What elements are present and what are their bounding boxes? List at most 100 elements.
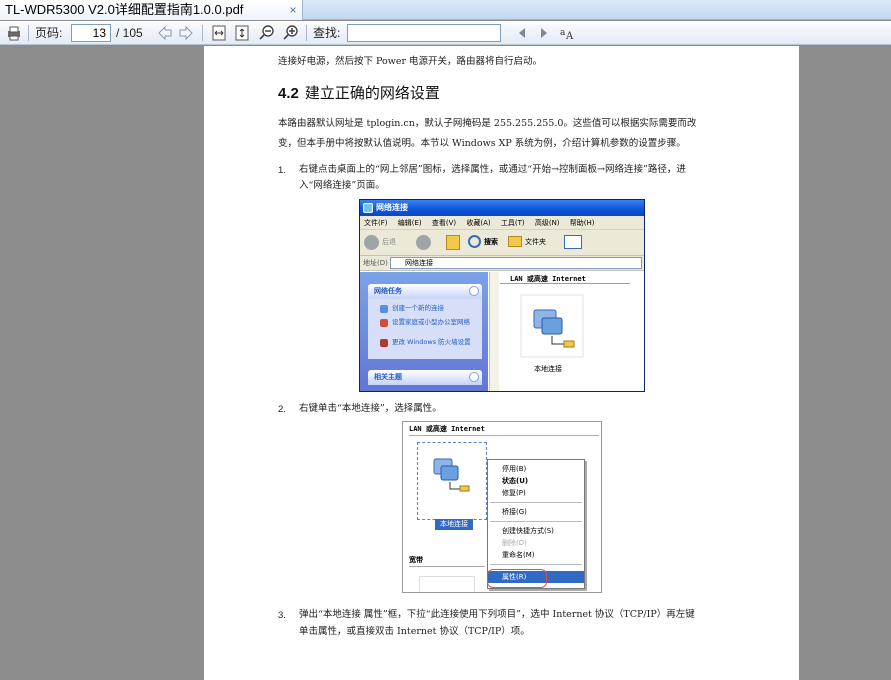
match-case-icon[interactable]: a A (558, 24, 576, 42)
menu-create-shortcut: 创建快捷方式(S) (502, 527, 554, 535)
network-folder-icon (363, 203, 373, 213)
task-label: 创建一个新的连接 (392, 304, 444, 312)
step-number: 3. (278, 610, 286, 621)
broadband-group-header: 宽带 (409, 555, 485, 567)
menu-divider (490, 502, 582, 503)
local-connection-label: 本地连接 (534, 365, 562, 373)
menu-view: 查看(V) (431, 219, 457, 227)
task-pane: 网络任务 创建一个新的连接 设置家庭或小型办公室网络 更改 Windows 防火… (360, 272, 488, 391)
toolbar-separator (28, 25, 29, 41)
tab-strip: TL-WDR5300 V2.0详细配置指南1.0.0.pdf × (0, 0, 891, 20)
forward-arrow-icon (416, 235, 431, 250)
lan-group-header: LAN 或高速 Internet (500, 272, 630, 284)
back-arrow-icon (364, 235, 379, 250)
step-text: 单击属性，或直接双击 Internet 协议（TCP/IP）项。 (299, 626, 530, 637)
paragraph-line: 变，但本手册中将按默认值说明。本节以 Windows XP 系统为例，介绍计算机… (278, 138, 686, 149)
menu-favorites: 收藏(A) (466, 219, 491, 227)
network-tasks-header: 网络任务 (368, 284, 482, 299)
document-viewport[interactable]: 连接好电源，然后按下 Power 电源开关，路由器将自行启动。 4.2 建立正确的… (0, 46, 891, 680)
fit-width-icon[interactable] (210, 24, 228, 42)
task-pane-scrollbar (489, 272, 499, 391)
up-folder-icon (446, 235, 460, 250)
section-heading: 4.2 建立正确的网络设置 (278, 82, 440, 103)
menu-help: 帮助(H) (569, 219, 595, 227)
prev-page-icon[interactable] (156, 24, 174, 42)
paragraph-line: 本路由器默认网址是 tplogin.cn，默认子网掩码是 255.255.255… (278, 118, 697, 129)
address-box: 网络连接 (390, 257, 642, 269)
window-title: 网络连接 (376, 203, 408, 212)
network-connections-screenshot: 网络连接 文件(F) 编辑(E) 查看(V) 收藏(A) 工具(T) 高级(N)… (359, 199, 645, 392)
page-total: / 105 (116, 26, 143, 40)
menu-file: 文件(F) (364, 219, 388, 227)
pdf-page: 连接好电源，然后按下 Power 电源开关，路由器将自行启动。 4.2 建立正确的… (204, 46, 799, 680)
address-bar: 地址(D) 网络连接 (360, 256, 644, 271)
document-tab[interactable]: TL-WDR5300 V2.0详细配置指南1.0.0.pdf × (0, 0, 303, 20)
properties-highlight-ring (487, 569, 547, 588)
search-label: 搜索 (484, 238, 498, 246)
menu-rename: 重命名(M) (502, 551, 535, 559)
toolbar-separator (306, 25, 307, 41)
task-item: 设置家庭或小型办公室网络 (380, 318, 482, 327)
step-number: 2. (278, 404, 286, 415)
back-label: 后退 (382, 238, 396, 246)
menu-advanced: 高级(N) (534, 219, 560, 227)
menu-delete: 删除(D) (502, 539, 527, 547)
collapse-chevron-icon (469, 286, 479, 296)
search-input[interactable] (347, 24, 501, 42)
page-label: 页码: (35, 26, 63, 40)
local-connection-label-selected: 本地连接 (435, 519, 473, 530)
network-tasks-body: 创建一个新的连接 设置家庭或小型办公室网络 更改 Windows 防火墙设置 (368, 299, 482, 359)
step-number: 1. (278, 165, 286, 176)
firewall-icon (380, 339, 388, 347)
printer-icon[interactable] (5, 24, 23, 42)
local-connection-icon (520, 294, 584, 358)
window-toolbar: 后退 搜索 文件夹 (360, 230, 644, 256)
section-title: 建立正确的网络设置 (304, 84, 440, 102)
address-value: 网络连接 (405, 259, 433, 267)
window-body: 网络任务 创建一个新的连接 设置家庭或小型办公室网络 更改 Windows 防火… (360, 272, 644, 391)
step-text: 入“网络连接”页面。 (299, 180, 385, 191)
find-next-icon[interactable] (535, 24, 553, 42)
menu-tools: 工具(T) (500, 219, 525, 227)
menu-repair: 修复(P) (502, 489, 526, 497)
network-tasks-title: 网络任务 (374, 287, 402, 295)
address-label: 地址(D) (363, 259, 388, 267)
next-page-icon[interactable] (177, 24, 195, 42)
step-text: 右键单击“本地连接”，选择属性。 (299, 403, 442, 414)
menu-divider (490, 564, 582, 565)
menu-edit: 编辑(E) (397, 219, 422, 227)
step-text: 右键点击桌面上的“网上邻居”图标，选择属性，或通过“开始→控制面板→网络连接”路… (299, 164, 686, 175)
menu-divider (490, 521, 582, 522)
step-text: 弹出“本地连接 属性”框，下拉“此连接使用下列项目”，选中 Internet 协… (299, 609, 695, 620)
search-icon (468, 235, 481, 248)
fit-page-icon[interactable] (233, 24, 251, 42)
task-label: 设置家庭或小型办公室网络 (392, 318, 470, 326)
home-network-icon (380, 319, 388, 327)
task-item: 更改 Windows 防火墙设置 (380, 338, 482, 347)
folders-label: 文件夹 (525, 238, 546, 246)
views-icon (564, 235, 582, 249)
folders-icon (508, 236, 522, 247)
toolbar: 页码: 13 / 105 查找: a A (0, 21, 891, 45)
menu-bridge: 桥接(G) (502, 508, 527, 516)
window-menubar: 文件(F) 编辑(E) 查看(V) 收藏(A) 工具(T) 高级(N) 帮助(H… (360, 216, 644, 230)
connections-pane: LAN 或高速 Internet 本地连接 (500, 272, 644, 391)
window-titlebar: 网络连接 (360, 200, 644, 216)
menu-status: 状态(U) (502, 477, 529, 485)
find-prev-icon[interactable] (513, 24, 531, 42)
page-number-input[interactable]: 13 (71, 24, 111, 42)
menu-disable: 停用(B) (502, 465, 527, 473)
section-number: 4.2 (278, 85, 299, 102)
task-label: 更改 Windows 防火墙设置 (392, 338, 471, 346)
lan-group-header: LAN 或高速 Internet (409, 424, 599, 436)
zoom-out-icon[interactable] (258, 24, 276, 42)
local-connection-icon (433, 458, 470, 492)
task-item: 创建一个新的连接 (380, 304, 482, 313)
document-tab-title: TL-WDR5300 V2.0详细配置指南1.0.0.pdf (5, 2, 244, 17)
related-topics-header: 相关主题 (368, 370, 482, 385)
svg-text:A: A (565, 31, 574, 42)
intro-line: 连接好电源，然后按下 Power 电源开关，路由器将自行启动。 (278, 56, 543, 67)
close-tab-icon[interactable]: × (286, 0, 300, 20)
new-connection-icon (380, 305, 388, 313)
zoom-in-icon[interactable] (282, 24, 300, 42)
